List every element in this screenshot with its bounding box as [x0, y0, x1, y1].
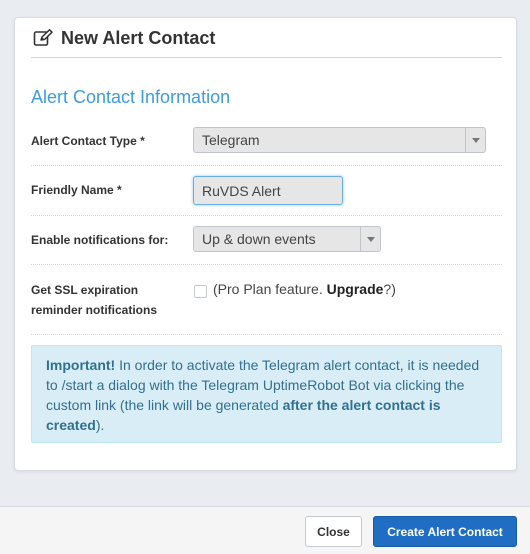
modal-footer: Close Create Alert Contact: [0, 506, 530, 554]
ssl-note-prefix: (Pro Plan feature.: [213, 281, 327, 297]
row-divider: [31, 165, 502, 166]
friendly-name-label: Friendly Name *: [31, 183, 122, 197]
info-text-2: ).: [95, 417, 105, 433]
create-alert-contact-button[interactable]: Create Alert Contact: [373, 516, 517, 547]
chevron-down-icon: [472, 138, 480, 143]
ssl-label-line1: Get SSL expiration: [31, 283, 139, 297]
dropdown-arrow-box: [360, 227, 380, 251]
ssl-label-line2: reminder notifications: [31, 303, 158, 317]
telegram-info-alert: Important! In order to activate the Tele…: [31, 345, 502, 443]
dropdown-arrow-box: [465, 128, 485, 152]
alert-contact-modal: New Alert Contact Alert Contact Informat…: [14, 17, 517, 471]
ssl-reminder-checkbox[interactable]: [194, 285, 207, 298]
row-divider: [31, 334, 502, 335]
modal-header: New Alert Contact: [31, 18, 502, 58]
notifications-label: Enable notifications for:: [31, 233, 169, 247]
upgrade-link[interactable]: Upgrade: [327, 281, 384, 297]
close-button[interactable]: Close: [305, 516, 362, 547]
ssl-note: (Pro Plan feature. Upgrade?): [213, 281, 396, 297]
alert-contact-type-select[interactable]: Telegram: [193, 127, 486, 153]
ssl-note-suffix: ?): [383, 281, 396, 297]
chevron-down-icon: [367, 237, 375, 242]
modal-title: New Alert Contact: [61, 28, 216, 48]
row-divider: [31, 215, 502, 216]
notifications-value: Up & down events: [202, 231, 316, 247]
important-label: Important!: [46, 357, 116, 373]
row-divider: [31, 264, 502, 265]
section-title: Alert Contact Information: [31, 87, 231, 107]
alert-contact-type-label: Alert Contact Type *: [31, 134, 145, 148]
friendly-name-input[interactable]: [193, 176, 343, 205]
notifications-select[interactable]: Up & down events: [193, 226, 381, 252]
alert-contact-type-value: Telegram: [202, 132, 260, 148]
edit-icon: [33, 29, 53, 46]
